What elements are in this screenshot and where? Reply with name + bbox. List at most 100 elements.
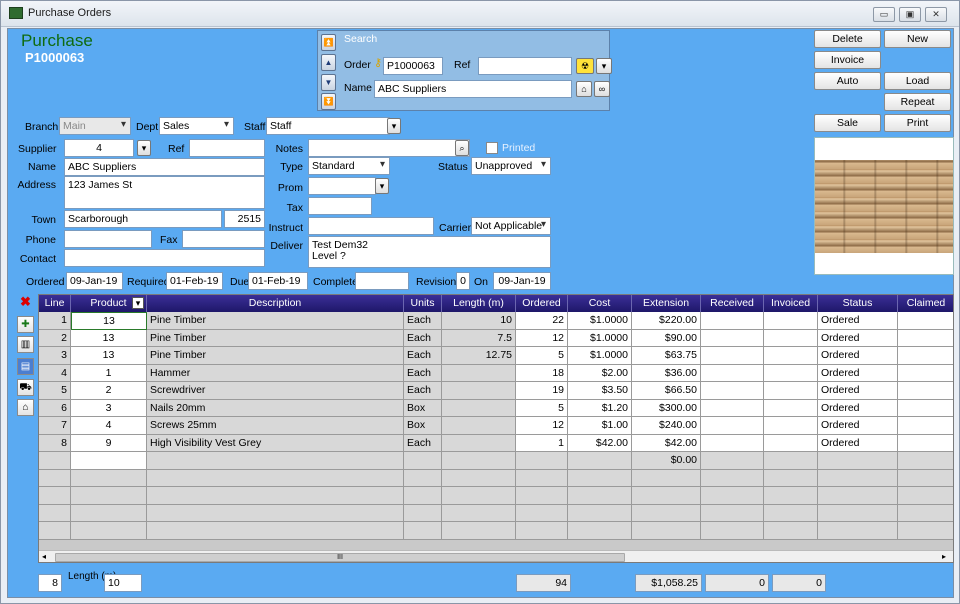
ref-search-input[interactable] [478, 57, 572, 75]
maximize-button[interactable]: ▣ [899, 7, 921, 22]
grid-cell[interactable]: $42.00 [568, 434, 632, 452]
grid-cell[interactable] [568, 504, 632, 522]
grid-cell[interactable] [632, 504, 701, 522]
new-button[interactable]: New [884, 30, 951, 48]
previous-record-icon[interactable]: ▲ [321, 54, 336, 71]
grid-cell[interactable]: 6 [39, 399, 71, 417]
grid-cell[interactable]: Ordered [818, 417, 898, 435]
grid-cell[interactable] [442, 434, 516, 452]
grid-cell[interactable]: Each [404, 364, 442, 382]
grid-cell[interactable]: $240.00 [632, 417, 701, 435]
town-input[interactable]: Scarborough [64, 210, 222, 228]
grid-cell[interactable]: 12 [516, 417, 568, 435]
grid-cell[interactable]: 13 [71, 347, 147, 365]
invoice-button[interactable]: Invoice [814, 51, 881, 69]
grid-cell[interactable]: 4 [39, 364, 71, 382]
grid-cell[interactable] [818, 469, 898, 487]
notes-search-icon[interactable]: ⌕ [455, 140, 469, 156]
grid-cell[interactable]: Ordered [818, 312, 898, 330]
grid-cell[interactable]: 13 [71, 312, 147, 330]
grid-cell[interactable]: 1 [39, 312, 71, 330]
product-column-dropdown-icon[interactable]: ▾ [132, 297, 144, 309]
grid-cell[interactable]: 2 [71, 382, 147, 400]
address-input[interactable]: 123 James St [64, 176, 265, 209]
grid-cell[interactable] [898, 452, 953, 470]
grid-cell[interactable] [516, 522, 568, 540]
grid-cell[interactable] [442, 452, 516, 470]
grid-cell[interactable]: 7.5 [442, 329, 516, 347]
grid-cell[interactable] [764, 382, 818, 400]
grid-cell[interactable] [71, 487, 147, 505]
grid-cell[interactable] [39, 469, 71, 487]
tax-input[interactable] [308, 197, 372, 215]
ordered-date-input[interactable]: 09-Jan-19 [66, 272, 123, 290]
grid-cell[interactable]: 5 [516, 399, 568, 417]
grid-cell[interactable] [404, 504, 442, 522]
add-line-icon[interactable]: ✚ [17, 316, 34, 333]
grid-cell[interactable] [568, 469, 632, 487]
revision-input[interactable]: 0 [456, 272, 470, 290]
column-header[interactable]: Product ▾ [71, 295, 147, 312]
grid-cell[interactable] [701, 382, 764, 400]
grid-cell[interactable] [701, 364, 764, 382]
grid-cell[interactable] [764, 452, 818, 470]
grid-cell[interactable]: Pine Timber [147, 347, 404, 365]
grid-cell[interactable]: 10 [442, 312, 516, 330]
grid-cell[interactable]: $1.0000 [568, 329, 632, 347]
grid-cell[interactable] [764, 329, 818, 347]
hazard-icon[interactable]: ☢ [576, 58, 594, 74]
grid-cell[interactable]: $1.00 [568, 417, 632, 435]
column-header[interactable]: Extension [632, 295, 701, 312]
image-icon[interactable]: ▤ [17, 358, 34, 375]
grid-cell[interactable]: Nails 20mm [147, 399, 404, 417]
grid-cell[interactable] [442, 522, 516, 540]
grid-cell[interactable] [701, 504, 764, 522]
grid-cell[interactable] [442, 504, 516, 522]
grid-cell[interactable] [818, 522, 898, 540]
type-select[interactable]: Standard [308, 157, 390, 175]
grid-cell[interactable]: Ordered [818, 382, 898, 400]
grid-cell[interactable] [404, 487, 442, 505]
grid-cell[interactable] [701, 452, 764, 470]
grid-cell[interactable] [39, 504, 71, 522]
grid-cell[interactable] [764, 399, 818, 417]
grid-cell[interactable] [898, 487, 953, 505]
close-button[interactable]: ✕ [925, 7, 947, 22]
grid-cell[interactable]: 2 [39, 329, 71, 347]
column-header[interactable]: Claimed [898, 295, 953, 312]
grid-cell[interactable] [764, 364, 818, 382]
grid-cell[interactable]: Screwdriver [147, 382, 404, 400]
required-date-input[interactable]: 01-Feb-19 [166, 272, 223, 290]
column-header[interactable]: Cost [568, 295, 632, 312]
grid-cell[interactable]: 3 [39, 347, 71, 365]
grid-cell[interactable]: Each [404, 347, 442, 365]
grid-cell[interactable]: 3 [71, 399, 147, 417]
grid-cell[interactable]: $220.00 [632, 312, 701, 330]
last-record-icon[interactable]: ⏬ [321, 93, 336, 110]
grid-cell[interactable]: 19 [516, 382, 568, 400]
grid-cell[interactable] [701, 417, 764, 435]
grid-cell[interactable]: $1.20 [568, 399, 632, 417]
first-record-icon[interactable]: ⏫ [321, 34, 336, 51]
grid-cell[interactable] [516, 452, 568, 470]
grid-cell[interactable] [898, 347, 953, 365]
column-header[interactable]: Status [818, 295, 898, 312]
grid-cell[interactable]: 1 [516, 434, 568, 452]
grid-cell[interactable]: 4 [71, 417, 147, 435]
name-search-input[interactable]: ABC Suppliers [374, 80, 572, 98]
grid-cell[interactable] [764, 522, 818, 540]
grid-cell[interactable] [701, 399, 764, 417]
grid-cell[interactable] [898, 312, 953, 330]
sale-button[interactable]: Sale [814, 114, 881, 132]
grid-cell[interactable]: $1.0000 [568, 347, 632, 365]
phone-input[interactable] [64, 230, 152, 248]
grid-cell[interactable]: Pine Timber [147, 329, 404, 347]
grid-cell[interactable]: Box [404, 417, 442, 435]
truck-icon[interactable]: ⛟ [17, 379, 34, 396]
grid-cell[interactable] [147, 452, 404, 470]
binoculars-icon[interactable]: ∞ [594, 81, 610, 97]
grid-cell[interactable] [764, 487, 818, 505]
grid-cell[interactable] [404, 522, 442, 540]
grid-cell[interactable]: Ordered [818, 347, 898, 365]
delete-line-icon[interactable]: ✖ [17, 294, 34, 311]
